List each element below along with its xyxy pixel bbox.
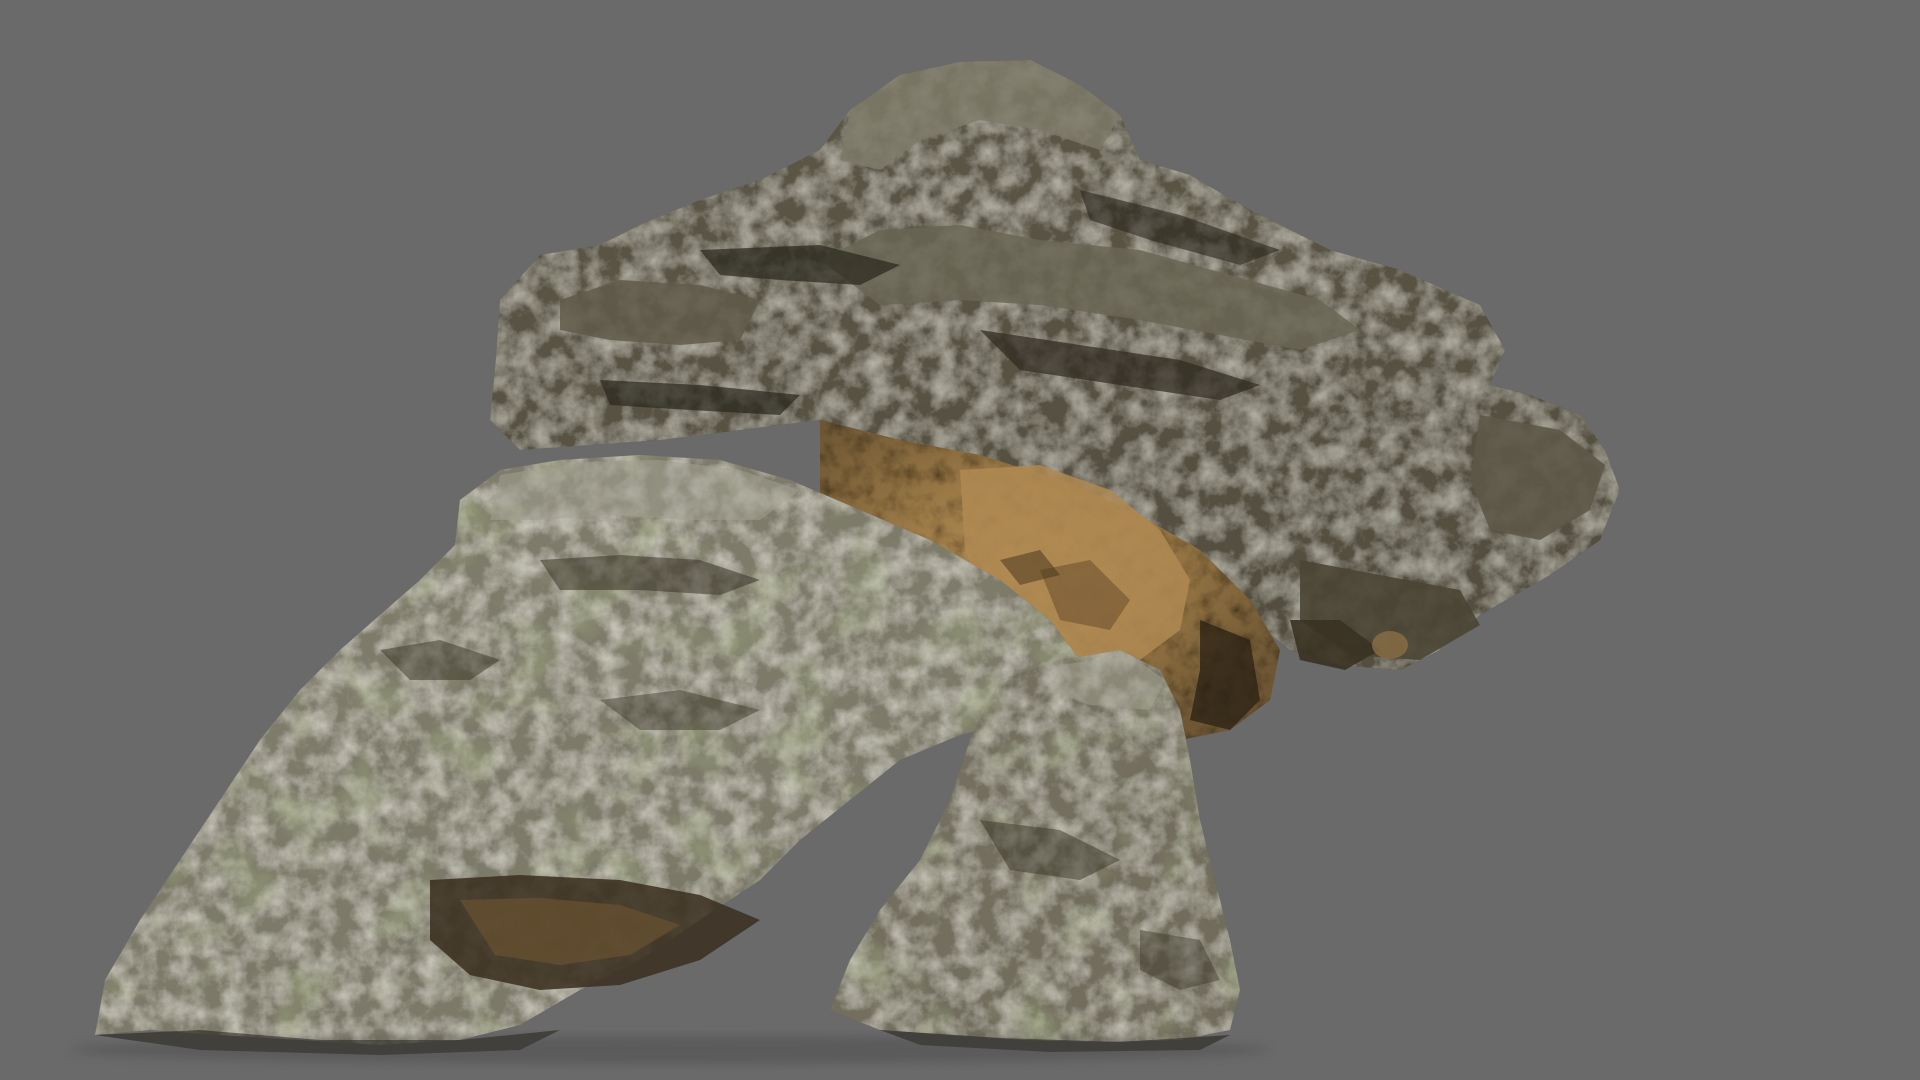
rock-render	[70, 60, 1620, 1064]
ground-shadow	[70, 1036, 1270, 1064]
render-viewport	[0, 0, 1920, 1080]
